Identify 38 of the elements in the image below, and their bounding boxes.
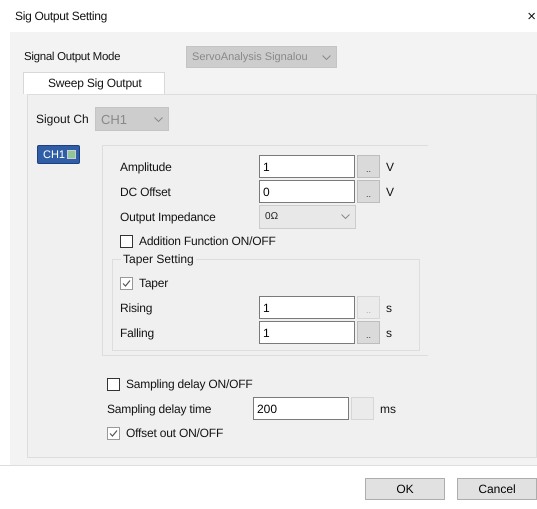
chevron-down-icon (154, 116, 163, 122)
dialog-button[interactable]: OK (365, 478, 445, 500)
input-field[interactable]: 200 (253, 397, 349, 420)
field-label: Sampling delay time (107, 402, 212, 416)
browse-button[interactable]: .. (357, 321, 380, 344)
window-title: Sig Output Setting (15, 9, 107, 23)
browse-button[interactable]: .. (357, 155, 380, 178)
field-label: Falling (120, 326, 155, 340)
unit-label: s (386, 326, 392, 340)
checkbox-label: Taper (139, 276, 168, 290)
input-field[interactable]: 0 (259, 180, 356, 203)
unit-label: V (386, 160, 394, 174)
dropdown[interactable]: 0Ω (259, 204, 356, 228)
checkbox[interactable] (120, 234, 134, 248)
checkbox-label: Addition Function ON/OFF (139, 234, 276, 248)
field-label: DC Offset (120, 184, 172, 198)
field-label: Signal Output Mode (24, 51, 122, 63)
unit-label: ms (380, 402, 396, 416)
checkbox-label: Sampling delay ON/OFF (126, 377, 253, 391)
checkbox-label: Offset out ON/OFF (126, 426, 224, 440)
field-label: Amplitude (120, 160, 173, 174)
chevron-down-icon (341, 214, 350, 219)
field-label: Rising (120, 300, 154, 314)
field-label: Sigout Ch (36, 112, 90, 126)
input-field[interactable]: 1 (259, 321, 356, 344)
browse-button[interactable]: .. (357, 180, 380, 203)
channel-tab[interactable]: CH1 (37, 145, 80, 164)
unit-label: V (386, 184, 394, 198)
checkbox[interactable] (107, 378, 120, 390)
unit-label: s (386, 300, 392, 314)
chevron-down-icon (322, 54, 331, 60)
field-label: Output Impedance (120, 210, 217, 224)
tab[interactable]: Sweep Sig Output (23, 72, 165, 94)
group-title: Taper Setting (121, 252, 196, 266)
input-field[interactable]: 1 (259, 296, 356, 319)
close-button[interactable]: × (527, 8, 536, 24)
input-field[interactable]: 1 (259, 155, 356, 178)
dialog-button[interactable]: Cancel (457, 478, 537, 500)
